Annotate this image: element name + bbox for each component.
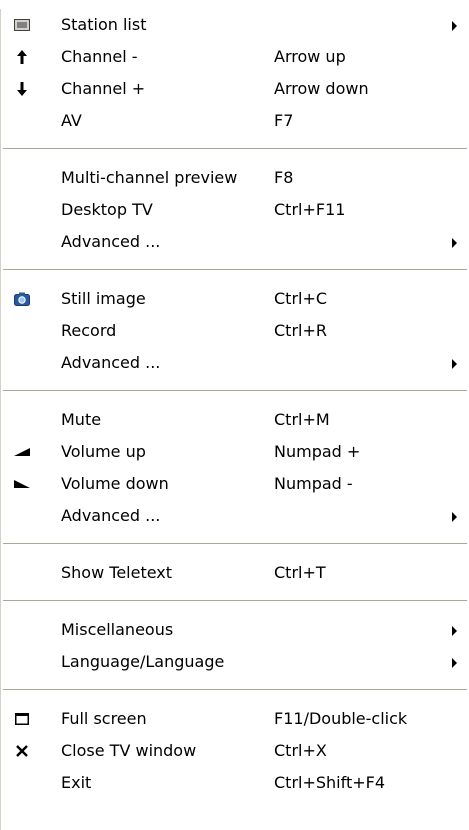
menu-item-language[interactable]: Language/Language (1, 646, 469, 678)
menu-item-station-list[interactable]: Station list (1, 9, 469, 41)
menu-item-shortcut: Numpad - (274, 474, 353, 493)
menu-item-volume-down[interactable]: Volume down Numpad - (1, 468, 469, 500)
menu-item-label: Multi-channel preview (61, 168, 238, 187)
menu-separator (3, 543, 467, 547)
menu-item-advanced-display[interactable]: Advanced ... (1, 226, 469, 258)
menu-item-label: Station list (61, 15, 147, 34)
menu-item-label: Advanced ... (61, 232, 161, 251)
menu-item-label: Full screen (61, 709, 147, 728)
menu-item-multi-channel-preview[interactable]: Multi-channel preview F8 (1, 162, 469, 194)
menu-item-shortcut: Ctrl+M (274, 410, 330, 429)
menu-separator (3, 148, 467, 152)
menu-item-record[interactable]: Record Ctrl+R (1, 315, 469, 347)
menu-item-shortcut: Ctrl+F11 (274, 200, 346, 219)
menu-item-show-teletext[interactable]: Show Teletext Ctrl+T (1, 557, 469, 589)
menu-separator (3, 689, 467, 693)
volume-up-icon (12, 436, 32, 468)
arrow-down-icon (12, 73, 32, 105)
menu-item-label: Advanced ... (61, 506, 161, 525)
menu-item-channel-minus[interactable]: Channel - Arrow up (1, 41, 469, 73)
menu-item-mute[interactable]: Mute Ctrl+M (1, 404, 469, 436)
menu-item-shortcut: Ctrl+Shift+F4 (274, 773, 386, 792)
menu-item-label: Language/Language (61, 652, 225, 671)
menu-item-shortcut: Ctrl+X (274, 741, 327, 760)
volume-down-icon (12, 468, 32, 500)
menu-item-shortcut: F11/Double-click (274, 709, 408, 728)
menu-item-advanced-capture[interactable]: Advanced ... (1, 347, 469, 379)
menu-item-miscellaneous[interactable]: Miscellaneous (1, 614, 469, 646)
menu-separator (3, 600, 467, 604)
menu-item-label: Record (61, 321, 117, 340)
submenu-arrow-icon (452, 21, 457, 31)
menu-item-volume-up[interactable]: Volume up Numpad + (1, 436, 469, 468)
menu-item-av[interactable]: AV F7 (1, 105, 469, 137)
menu-item-close-tv-window[interactable]: Close TV window Ctrl+X (1, 735, 469, 767)
close-icon (12, 735, 32, 767)
menu-item-label: Channel + (61, 79, 146, 98)
menu-item-shortcut: F7 (274, 111, 294, 130)
fullscreen-icon (12, 703, 32, 735)
menu-item-label: Advanced ... (61, 353, 161, 372)
menu-item-label: AV (61, 111, 82, 130)
menu-item-shortcut: Arrow up (274, 47, 346, 66)
menu-item-label: Exit (61, 773, 92, 792)
menu-item-label: Desktop TV (61, 200, 153, 219)
submenu-arrow-icon (452, 626, 457, 636)
menu-item-label: Volume down (61, 474, 169, 493)
menu-item-advanced-audio[interactable]: Advanced ... (1, 500, 469, 532)
menu-separator (3, 269, 467, 273)
menu-item-shortcut: Arrow down (274, 79, 369, 98)
menu-item-label: Close TV window (61, 741, 197, 760)
menu-item-channel-plus[interactable]: Channel + Arrow down (1, 73, 469, 105)
menu-item-desktop-tv[interactable]: Desktop TV Ctrl+F11 (1, 194, 469, 226)
menu-item-shortcut: F8 (274, 168, 294, 187)
menu-separator (3, 390, 467, 394)
menu-item-shortcut: Ctrl+R (274, 321, 327, 340)
arrow-up-icon (12, 41, 32, 73)
menu-item-label: Volume up (61, 442, 146, 461)
submenu-arrow-icon (452, 512, 457, 522)
menu-item-full-screen[interactable]: Full screen F11/Double-click (1, 703, 469, 735)
menu-item-label: Mute (61, 410, 102, 429)
context-menu: Station list Channel - Arrow up Channel … (0, 9, 469, 830)
menu-item-shortcut: Ctrl+C (274, 289, 328, 308)
submenu-arrow-icon (452, 658, 457, 668)
menu-item-label: Show Teletext (61, 563, 173, 582)
camera-icon (12, 283, 32, 315)
menu-item-shortcut: Numpad + (274, 442, 361, 461)
menu-item-label: Miscellaneous (61, 620, 174, 639)
menu-item-exit[interactable]: Exit Ctrl+Shift+F4 (1, 767, 469, 799)
submenu-arrow-icon (452, 238, 457, 248)
submenu-arrow-icon (452, 359, 457, 369)
menu-item-label: Still image (61, 289, 146, 308)
station-list-icon (12, 9, 32, 41)
menu-item-still-image[interactable]: Still image Ctrl+C (1, 283, 469, 315)
menu-item-shortcut: Ctrl+T (274, 563, 326, 582)
menu-item-label: Channel - (61, 47, 138, 66)
